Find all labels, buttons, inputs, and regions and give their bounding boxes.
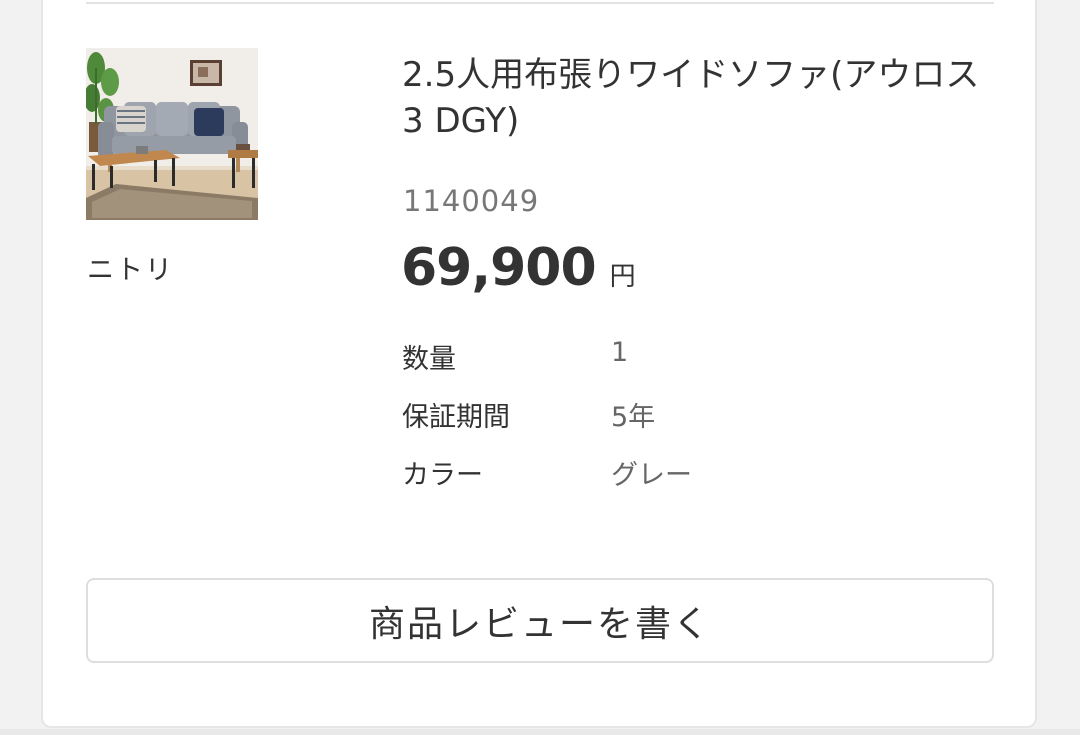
page-bottom-edge	[0, 729, 1080, 735]
spec-value-warranty: 5年	[611, 402, 656, 433]
brand-name: ニトリ	[87, 255, 174, 286]
sofa-photo-icon	[86, 48, 258, 220]
write-review-button[interactable]: 商品レビューを書く	[86, 578, 994, 663]
divider	[86, 2, 994, 4]
price-currency: 円	[609, 262, 636, 292]
product-image[interactable]	[86, 48, 258, 220]
product-code: 1140049	[403, 184, 540, 218]
spec-label-warranty: 保証期間	[402, 402, 510, 433]
spec-value-quantity: 1	[611, 337, 629, 368]
spec-label-quantity: 数量	[402, 344, 456, 375]
product-title[interactable]: 2.5人用布張りワイドソファ(アウロス3 DGY)	[402, 52, 992, 144]
price: 69,900 円	[401, 238, 636, 298]
price-value: 69,900	[401, 238, 597, 298]
spec-value-color: グレー	[611, 460, 692, 491]
spec-label-color: カラー	[402, 460, 483, 491]
